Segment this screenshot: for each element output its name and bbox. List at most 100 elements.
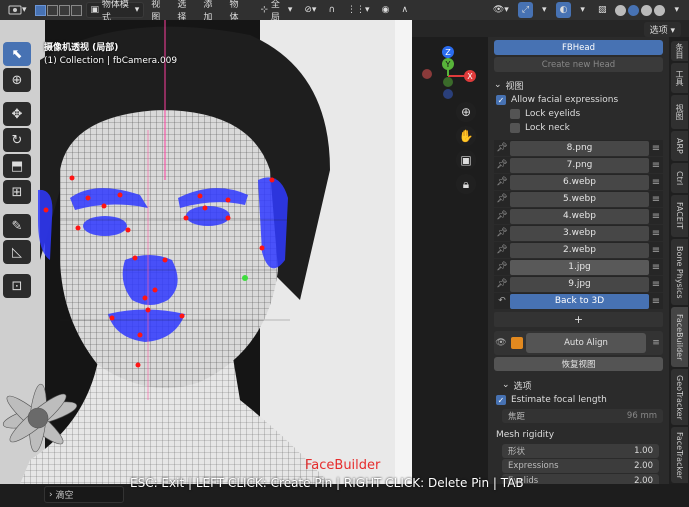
eye-toggle-icon[interactable]: 👁︎ [494, 338, 508, 348]
pin-icon[interactable]: 📌︎ [494, 143, 510, 153]
snap-toggle[interactable]: ∩ [324, 2, 339, 18]
select-extend-icon[interactable] [46, 4, 58, 16]
gizmo-toggle[interactable]: ⤢ [517, 2, 534, 18]
menu-icon[interactable]: ≡ [649, 211, 663, 222]
falloff-dropdown[interactable]: ∧ [397, 2, 412, 18]
fbhead-button[interactable]: FBHead [494, 40, 663, 55]
pin-icon[interactable]: 📌︎ [494, 245, 510, 255]
rotate-tool[interactable]: ↻ [3, 128, 31, 152]
select-box-tool[interactable]: ⬉ [3, 42, 31, 66]
menu-icon[interactable]: ≡ [649, 160, 663, 171]
cursor-arrow-icon: ⬉ [11, 46, 23, 62]
list-item[interactable]: 📌︎ 9.jpg ≡ [494, 276, 663, 293]
list-item[interactable]: 📌︎ 4.webp ≡ [494, 208, 663, 225]
overlay-dropdown[interactable]: ▾ [576, 2, 589, 18]
back-to-3d-button[interactable]: Back to 3D [510, 293, 649, 309]
create-new-head-button[interactable]: Create new Head [494, 57, 663, 72]
view-section-header[interactable]: ⌄ 视图 [488, 77, 669, 93]
auto-align-icon [511, 337, 523, 349]
eyelids-rigidity-field[interactable]: Eyelids 2.00 [502, 474, 659, 484]
tab-facetracker[interactable]: FaceTracker [671, 427, 688, 483]
options-section-header[interactable]: ⌄ 选项 [488, 377, 669, 393]
list-item[interactable]: 📌︎ 8.png ≡ [494, 140, 663, 157]
visibility-dropdown[interactable]: 👁︎ ▾ [489, 2, 513, 18]
pin-icon[interactable]: 📌︎ [494, 228, 510, 238]
menu-icon[interactable]: ≡ [649, 143, 663, 154]
solid-shading-icon[interactable] [628, 4, 640, 16]
snap-dropdown[interactable]: ⋮⋮ ▾ [343, 2, 374, 18]
pin-icon[interactable]: 📌︎ [494, 160, 510, 170]
select-subtract-icon[interactable] [58, 4, 70, 16]
estimate-focal-checkbox[interactable]: ✓ Estimate focal length [488, 393, 669, 407]
tab-faceit[interactable]: FACEIT [671, 195, 688, 237]
annotate-tool[interactable]: ✎ [3, 214, 31, 238]
tab-bone-physics[interactable]: Bone Physics [671, 239, 688, 305]
menu-icon[interactable]: ≡ [649, 262, 663, 273]
lock-camera-button[interactable]: 🔒︎ [456, 174, 476, 194]
tab-facebuilder[interactable]: FaceBuilder [671, 307, 688, 367]
auto-align-button[interactable]: Auto Align [526, 333, 646, 353]
tab-geotracker[interactable]: GeoTracker [671, 369, 688, 425]
tab-view[interactable]: 视图 [671, 95, 688, 129]
image-list: 📌︎ 8.png ≡ 📌︎ 7.png ≡ 📌︎ 6.webp ≡ 📌︎ 5.webp ≡ 📌︎… [494, 140, 663, 310]
expressions-rigidity-field[interactable]: Expressions 2.00 [502, 459, 659, 473]
tab-ctrl[interactable]: Ctrl [671, 163, 688, 193]
pin-icon[interactable]: 📌︎ [494, 177, 510, 187]
rendered-shading-icon[interactable] [654, 4, 666, 16]
proportional-toggle[interactable]: ◉ [378, 2, 394, 18]
pan-button[interactable]: ✋ [456, 126, 476, 146]
back-to-3d-row[interactable]: ↶ Back to 3D ≡ [494, 293, 663, 310]
list-item[interactable]: 📌︎ 1.jpg ≡ [494, 259, 663, 276]
menu-icon[interactable]: ≡ [649, 338, 663, 348]
scale-tool[interactable]: ⬒ [3, 154, 31, 178]
camera-view-button[interactable]: ▣ [456, 150, 476, 170]
zoom-button[interactable]: ⊕ [456, 102, 476, 122]
gizmo-dropdown[interactable]: ▾ [538, 2, 551, 18]
move-tool[interactable]: ✥ [3, 102, 31, 126]
menu-icon[interactable]: ≡ [649, 245, 663, 256]
pin-icon[interactable]: 📌︎ [494, 211, 510, 221]
list-item[interactable]: 📌︎ 5.webp ≡ [494, 191, 663, 208]
lock-eyelids-checkbox[interactable]: Lock eyelids [488, 107, 669, 121]
mode-dropdown[interactable]: ▣ 物体模式 ▾ [85, 0, 145, 23]
add-image-button[interactable]: + [494, 312, 663, 327]
tab-arp[interactable]: ARP [671, 131, 688, 161]
select-set-icon[interactable] [34, 4, 46, 16]
pin-icon[interactable]: 📌︎ [494, 279, 510, 289]
allow-expressions-checkbox[interactable]: ✓ Allow facial expressions [488, 93, 669, 107]
selected-pin[interactable] [242, 275, 248, 281]
transform-tool[interactable]: ⊞ [3, 180, 31, 204]
3d-viewport[interactable]: 摄像机透视 (局部) (1) Collection | fbCamera.009… [0, 20, 412, 484]
menu-icon[interactable]: ≡ [649, 177, 663, 188]
list-item[interactable]: 📌︎ 2.webp ≡ [494, 242, 663, 259]
menu-icon[interactable]: ≡ [649, 194, 663, 205]
list-item[interactable]: 📌︎ 3.webp ≡ [494, 225, 663, 242]
menu-icon[interactable]: ≡ [649, 228, 663, 239]
list-item[interactable]: 📌︎ 6.webp ≡ [494, 174, 663, 191]
options-dropdown[interactable]: 选项 ▾ [643, 22, 681, 37]
cursor-tool[interactable]: ⊕ [3, 68, 31, 92]
transform-orientation-dropdown[interactable]: ⊹ 全局 ▾ [256, 0, 296, 23]
menu-icon[interactable]: ≡ [649, 279, 663, 290]
measure-tool[interactable]: ◺ [3, 240, 31, 264]
restore-view-button[interactable]: 恢复视图 [494, 357, 663, 371]
lock-neck-checkbox[interactable]: Lock neck [488, 121, 669, 135]
pin-icon[interactable]: 📌︎ [494, 262, 510, 272]
shading-dropdown[interactable]: ▾ [670, 2, 683, 18]
tab-item[interactable]: 条目 [671, 41, 688, 61]
menu-icon[interactable]: ≡ [649, 296, 663, 307]
add-cube-tool[interactable]: ⊡ [3, 274, 31, 298]
wireframe-shading-icon[interactable] [615, 4, 627, 16]
pin-icon[interactable]: 📌︎ [494, 194, 510, 204]
select-invert-icon[interactable] [70, 4, 82, 16]
focal-length-field[interactable]: 焦距 96 mm [502, 409, 663, 423]
material-shading-icon[interactable] [641, 4, 653, 16]
pivot-dropdown[interactable]: ⊘ ▾ [300, 2, 320, 18]
shape-rigidity-field[interactable]: 形状 1.00 [502, 444, 659, 458]
editor-type-button[interactable]: ▾ [4, 2, 31, 18]
overlay-toggle[interactable]: ◐ [555, 2, 572, 18]
xray-toggle[interactable]: ▧ [594, 2, 611, 18]
tab-tool[interactable]: 工具 [671, 63, 688, 93]
scene-selector[interactable]: › 滴空 [44, 486, 124, 503]
list-item[interactable]: 📌︎ 7.png ≡ [494, 157, 663, 174]
